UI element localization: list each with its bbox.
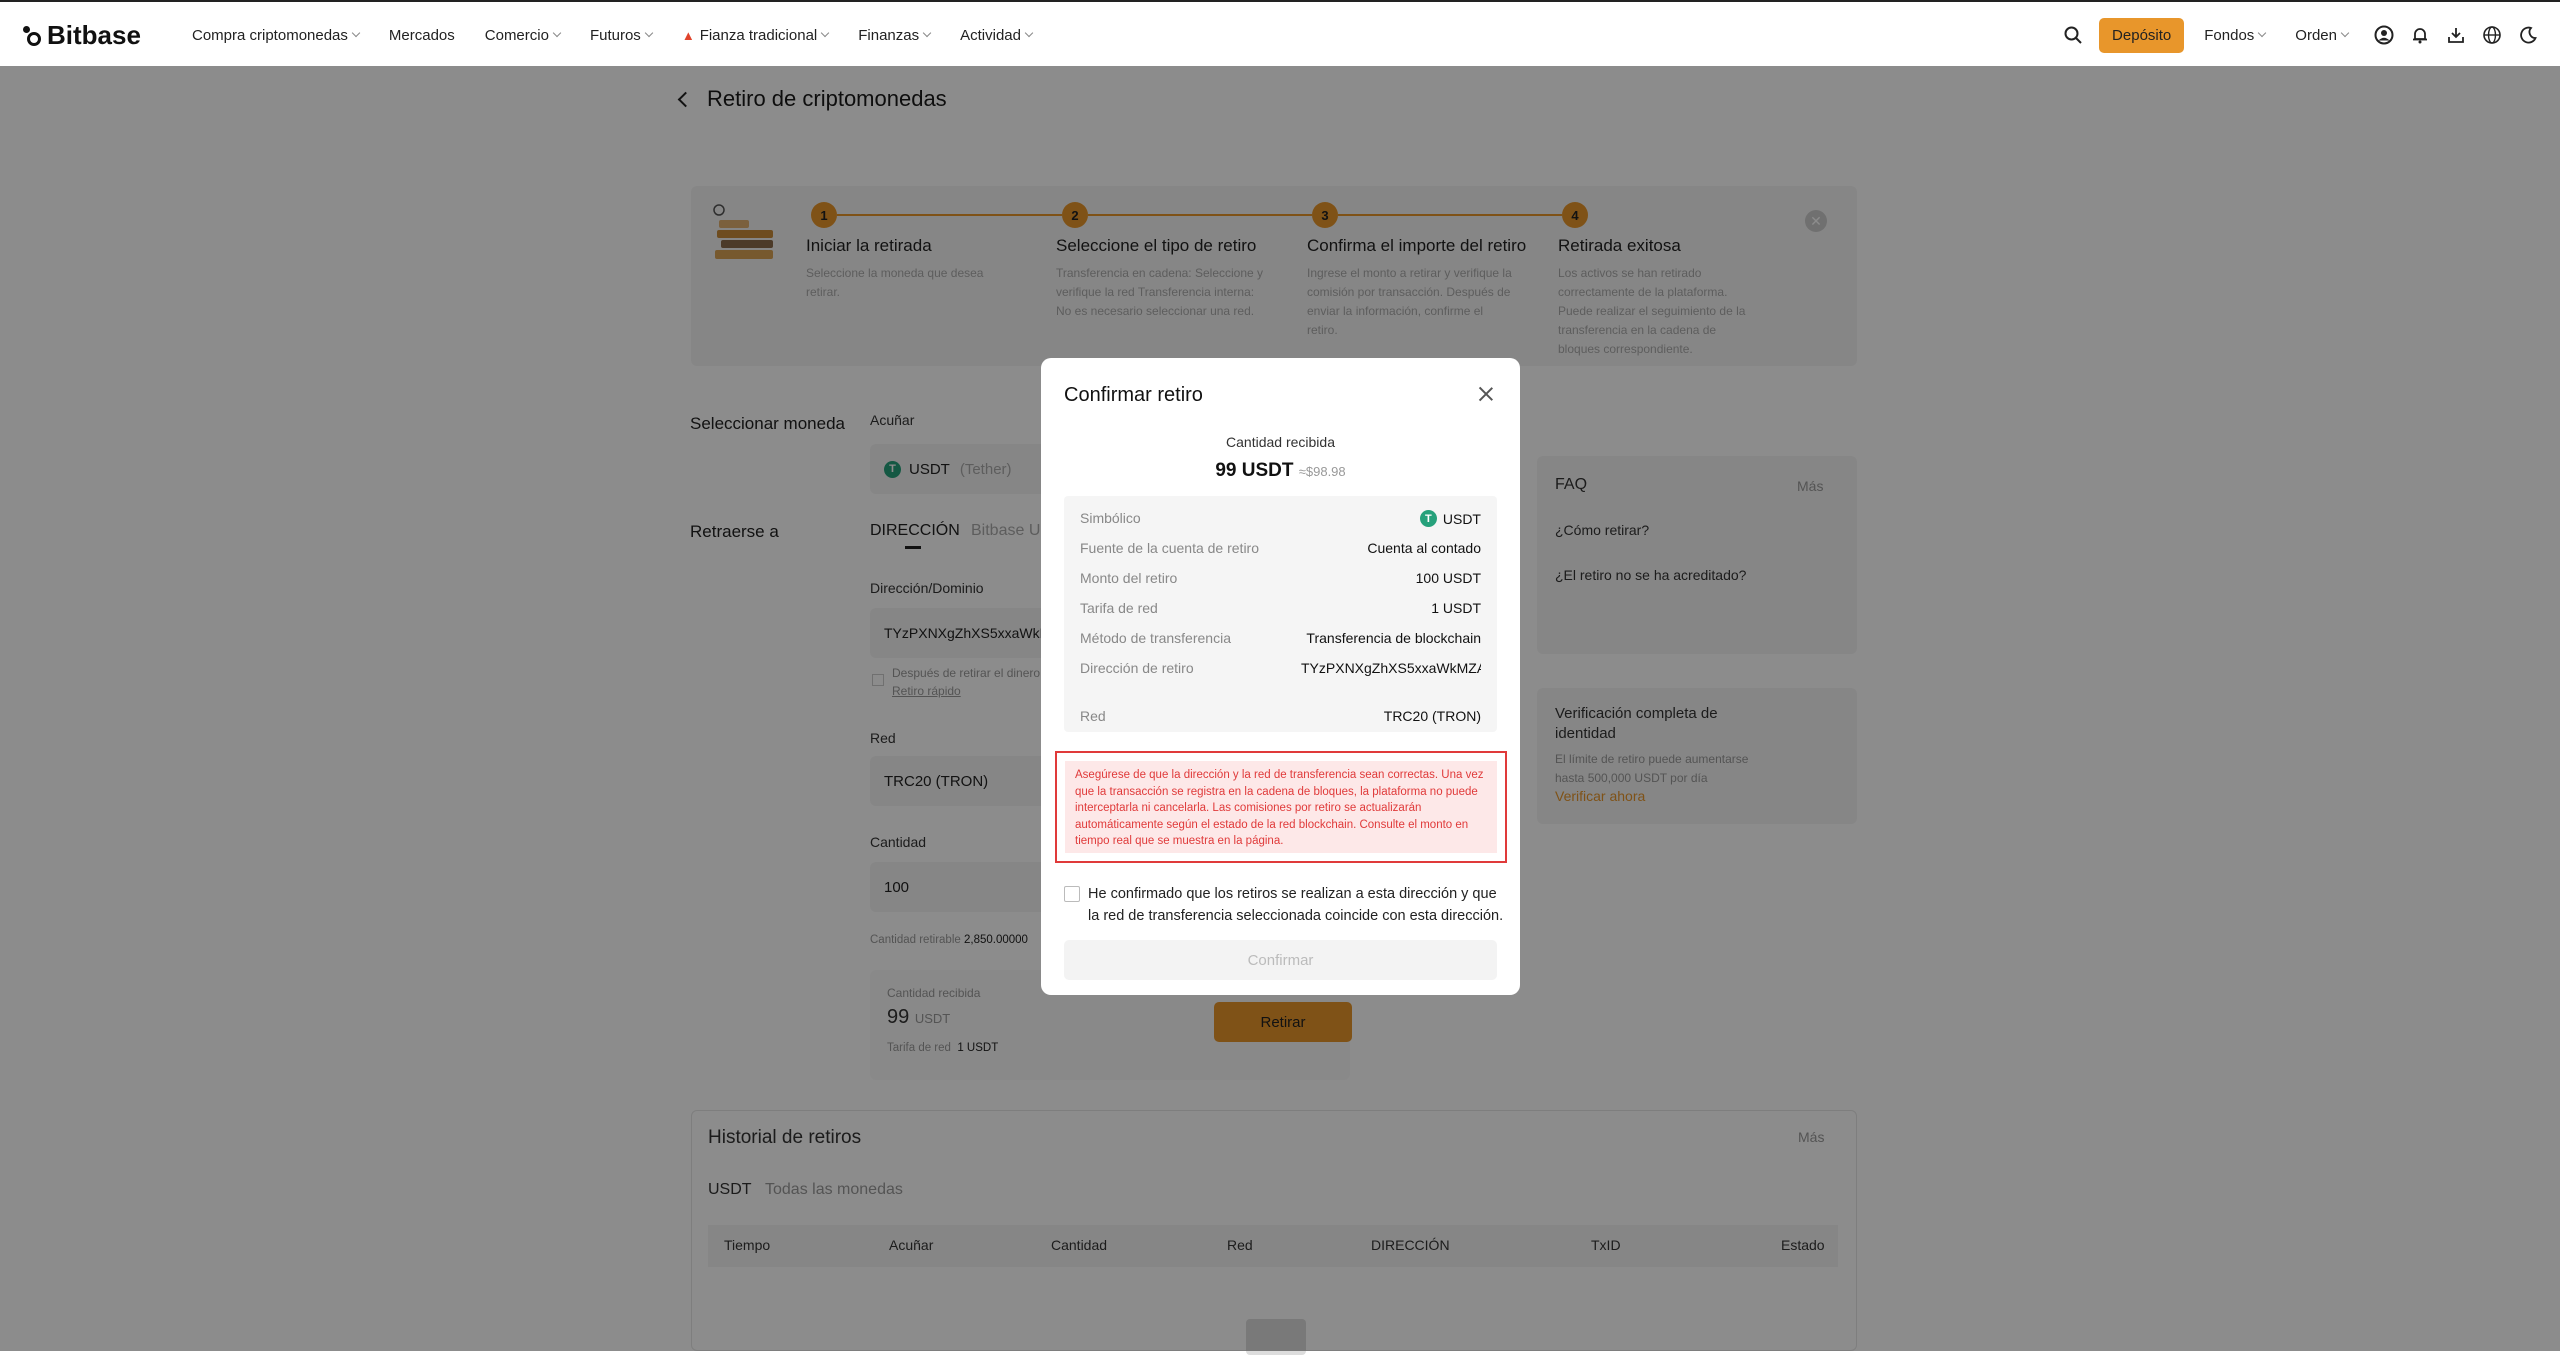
chevron-down-icon [2340,28,2350,38]
nav-item-markets[interactable]: Mercados [389,27,455,44]
moon-icon[interactable] [2518,25,2538,45]
search-icon[interactable] [2063,25,2083,45]
detail-row-token: Simbólico T USDT [1080,510,1481,527]
main-nav: Compra criptomonedas Mercados Comercio F… [192,2,1062,68]
nav-item-tradfi[interactable]: ▲ Fianza tradicional [681,27,830,44]
warning-highlight: Asegúrese de que la dirección y la red d… [1055,751,1507,863]
detail-row-method: Método de transferencia Transferencia de … [1080,630,1481,646]
brand-name: Bitbase [47,20,141,50]
chevron-down-icon [644,28,654,38]
chevron-down-icon [922,28,932,38]
nav-item-activity[interactable]: Actividad [960,27,1034,44]
confirm-checkbox[interactable] [1064,886,1080,902]
globe-icon[interactable] [2482,25,2502,45]
warning-text: Asegúrese de que la dirección y la red d… [1065,761,1497,853]
chevron-down-icon [351,28,361,38]
bell-icon[interactable] [2410,25,2430,45]
detail-row-network: Red TRC20 (TRON) [1080,708,1481,724]
tether-icon: T [1419,510,1437,527]
flame-icon: ▲ [681,27,695,43]
detail-row-amount: Monto del retiro 100 USDT [1080,570,1481,586]
brand-logo[interactable]: Bitbase [23,20,141,51]
order-menu[interactable]: Orden [2295,27,2350,44]
modal-title: Confirmar retiro [1064,384,1203,406]
download-icon[interactable] [2446,25,2466,45]
nav-right: Depósito Fondos Orden [2063,2,2560,68]
received-qty-value: 99 USDT ≈$98.98 [1215,460,1346,481]
close-icon[interactable] [1478,386,1494,402]
detail-row-fee: Tarifa de red 1 USDT [1080,600,1481,616]
deposit-button[interactable]: Depósito [2099,17,2185,53]
user-icon[interactable] [2374,25,2394,45]
withdraw-details: Simbólico T USDT Fuente de la cuenta de re… [1064,496,1497,732]
nav-item-finance[interactable]: Finanzas [858,27,932,44]
confirm-button[interactable]: Confirmar [1064,940,1497,980]
detail-row-address: Dirección de retiro TYzPXNXgZhXS5xxaWkMZA [1080,660,1481,676]
chevron-down-icon [2258,28,2267,38]
nav-item-futures[interactable]: Futuros [590,27,654,44]
chevron-down-icon [1024,28,1034,38]
received-qty-label: Cantidad recibida [1226,434,1335,450]
logo-icon [23,25,41,46]
funds-menu[interactable]: Fondos [2204,27,2267,44]
confirm-withdraw-modal: Confirmar retiro Cantidad recibida 99 US… [1041,358,1520,995]
nav-item-trade[interactable]: Comercio [485,27,562,44]
chevron-down-icon [821,28,830,38]
nav-item-buy-crypto[interactable]: Compra criptomonedas [192,27,361,44]
top-navbar: Bitbase Compra criptomonedas Mercados Co… [0,0,2560,66]
detail-row-source: Fuente de la cuenta de retiro Cuenta al c… [1080,540,1481,556]
chevron-down-icon [552,28,562,38]
confirm-checkbox-label[interactable]: He confirmado que los retiros se realiza… [1088,883,1508,927]
